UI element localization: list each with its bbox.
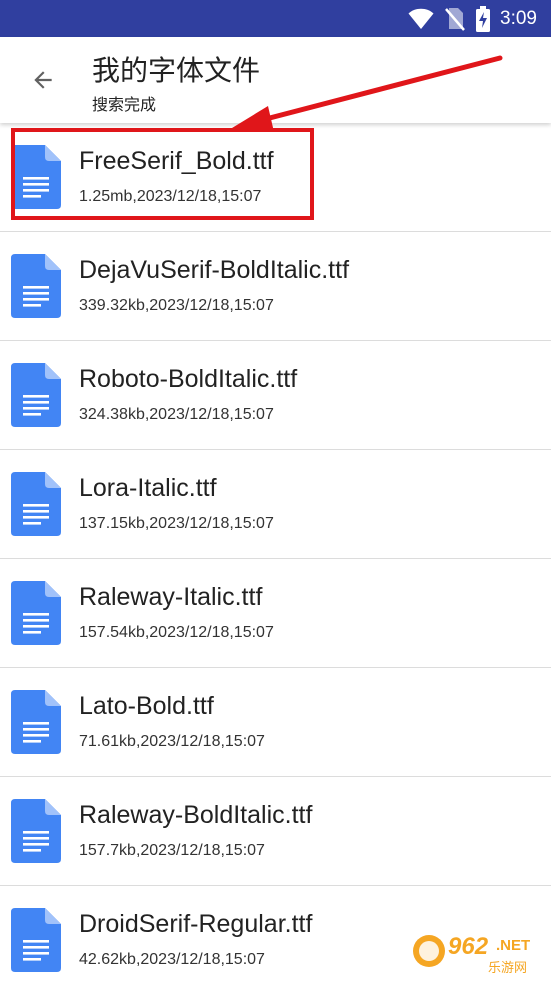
file-meta: 137.15kb,2023/12/18,15:07 (79, 515, 274, 532)
file-name: DroidSerif-Regular.ttf (79, 910, 313, 938)
svg-text:962: 962 (448, 933, 489, 960)
file-meta: 157.54kb,2023/12/18,15:07 (79, 624, 274, 641)
file-list-item[interactable]: FreeSerif_Bold.ttf 1.25mb,2023/12/18,15:… (0, 123, 551, 232)
file-list-item[interactable]: DejaVuSerif-BoldItalic.ttf 339.32kb,2023… (0, 232, 551, 341)
document-icon (11, 581, 61, 645)
status-icons: 3:09 (408, 0, 537, 37)
svg-text:乐游网: 乐游网 (488, 961, 527, 976)
document-icon (11, 799, 61, 863)
no-sim-icon (445, 7, 465, 31)
file-name: Raleway-Italic.ttf (79, 583, 263, 611)
document-icon (11, 145, 61, 209)
file-meta: 42.62kb,2023/12/18,15:07 (79, 951, 265, 968)
page-title: 我的字体文件 (92, 54, 261, 87)
document-icon (11, 690, 61, 754)
file-meta: 339.32kb,2023/12/18,15:07 (79, 297, 274, 314)
file-meta: 324.38kb,2023/12/18,15:07 (79, 406, 274, 423)
file-meta: 1.25mb,2023/12/18,15:07 (79, 188, 262, 205)
file-name: Roboto-BoldItalic.ttf (79, 365, 298, 393)
wifi-icon (408, 8, 434, 29)
document-icon (11, 472, 61, 536)
status-bar: 3:09 (0, 0, 551, 37)
app-bar: 我的字体文件 搜索完成 (0, 37, 551, 123)
file-name: FreeSerif_Bold.ttf (79, 147, 274, 175)
file-name: Lora-Italic.ttf (79, 474, 217, 502)
document-icon (11, 254, 61, 318)
file-list: FreeSerif_Bold.ttf 1.25mb,2023/12/18,15:… (0, 123, 551, 981)
page-subtitle: 搜索完成 (92, 95, 157, 114)
status-time: 3:09 (500, 7, 537, 29)
document-icon (11, 908, 61, 972)
document-icon (11, 363, 61, 427)
svg-text:.NET: .NET (496, 937, 530, 954)
file-name: DejaVuSerif-BoldItalic.ttf (79, 256, 350, 284)
file-list-item[interactable]: Raleway-BoldItalic.ttf 157.7kb,2023/12/1… (0, 777, 551, 886)
back-button[interactable] (22, 59, 64, 101)
file-name: Lato-Bold.ttf (79, 692, 214, 720)
file-meta: 157.7kb,2023/12/18,15:07 (79, 842, 265, 859)
file-name: Raleway-BoldItalic.ttf (79, 801, 313, 829)
battery-charging-icon (476, 5, 491, 32)
file-list-item[interactable]: Lora-Italic.ttf 137.15kb,2023/12/18,15:0… (0, 450, 551, 559)
file-list-item[interactable]: Lato-Bold.ttf 71.61kb,2023/12/18,15:07 (0, 668, 551, 777)
file-meta: 71.61kb,2023/12/18,15:07 (79, 733, 265, 750)
file-list-item[interactable]: Raleway-Italic.ttf 157.54kb,2023/12/18,1… (0, 559, 551, 668)
watermark-logo: 962 .NET 乐游网 (413, 933, 530, 976)
file-list-item[interactable]: Roboto-BoldItalic.ttf 324.38kb,2023/12/1… (0, 341, 551, 450)
arrow-back-icon (34, 71, 52, 89)
